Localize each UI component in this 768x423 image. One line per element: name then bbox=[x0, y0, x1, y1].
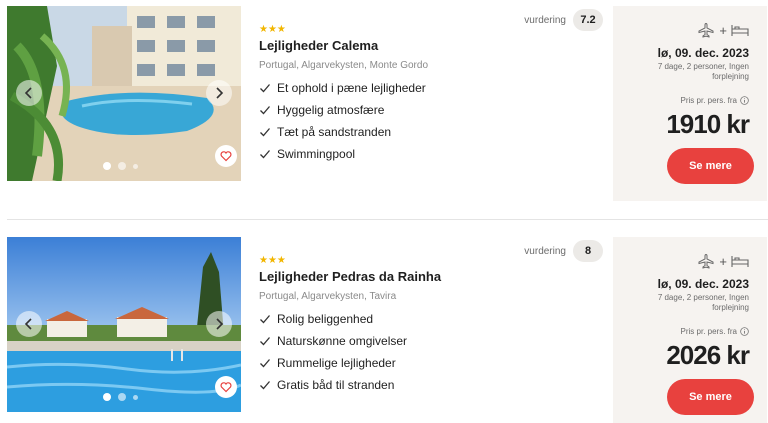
hotel-name[interactable]: Lejligheder Calema bbox=[259, 38, 599, 53]
hotel-results-list: ★★★ Lejligheder Calema PortugalAlgarveky… bbox=[0, 0, 768, 423]
carousel-dot[interactable] bbox=[118, 162, 126, 170]
location-region: Algarvekysten bbox=[296, 60, 364, 71]
feature-item: Tæt på sandstranden bbox=[259, 121, 599, 143]
heart-icon bbox=[220, 382, 232, 393]
hotel-card[interactable]: ★★★ Lejligheder Pedras da Rainha Portuga… bbox=[0, 237, 768, 423]
price-value: 2026 kr bbox=[666, 340, 750, 370]
airplane-icon bbox=[698, 22, 714, 38]
feature-item: Gratis båd til stranden bbox=[259, 374, 599, 396]
carousel-dot[interactable] bbox=[118, 393, 126, 401]
previous-photo-button[interactable] bbox=[16, 311, 42, 337]
price-panel: + lø, 09. dec. 2023 7 dage, 2 personer, … bbox=[613, 237, 767, 423]
bed-icon bbox=[731, 25, 749, 36]
feature-text: Naturskønne omgivelser bbox=[277, 334, 408, 348]
hotel-info: ★★★ Lejligheder Pedras da Rainha Portuga… bbox=[259, 256, 599, 396]
checkmark-icon bbox=[260, 315, 270, 324]
price-panel: + lø, 09. dec. 2023 7 dage, 2 personer, … bbox=[613, 6, 767, 201]
feature-item: Rummelige lejligheder bbox=[259, 352, 599, 374]
chevron-left-icon bbox=[24, 318, 32, 330]
location-country: Portugal bbox=[259, 291, 297, 302]
hotel-location: PortugalAlgarvekystenTavira bbox=[259, 291, 599, 302]
see-more-button[interactable]: Se mere bbox=[667, 148, 754, 184]
checkmark-icon bbox=[260, 359, 270, 368]
carousel-dot[interactable] bbox=[133, 394, 138, 400]
next-photo-button[interactable] bbox=[206, 311, 232, 337]
price-label: Pris pr. pers. fra bbox=[681, 327, 749, 336]
previous-photo-button[interactable] bbox=[16, 80, 42, 106]
checkmark-icon bbox=[260, 150, 270, 159]
checkmark-icon bbox=[260, 128, 270, 137]
next-photo-button[interactable] bbox=[206, 80, 232, 106]
chevron-right-icon bbox=[216, 318, 224, 330]
departure-date: lø, 09. dec. 2023 bbox=[657, 277, 749, 291]
location-region: Algarvekysten bbox=[296, 291, 364, 302]
favorite-button[interactable] bbox=[215, 376, 237, 398]
package-icons: + bbox=[697, 253, 749, 269]
price-label-text: Pris pr. pers. fra bbox=[680, 96, 737, 105]
rating-label: vurdering bbox=[524, 14, 566, 26]
rating-score-badge: 7.2 bbox=[573, 9, 603, 31]
hotel-info: ★★★ Lejligheder Calema PortugalAlgarveky… bbox=[259, 25, 599, 165]
see-more-button[interactable]: Se mere bbox=[667, 379, 754, 415]
heart-icon bbox=[220, 151, 232, 162]
feature-text: Rolig beliggenhed bbox=[277, 312, 374, 326]
plus-icon: + bbox=[719, 22, 727, 38]
feature-item: Rolig beliggenhed bbox=[259, 308, 599, 330]
chevron-left-icon bbox=[24, 87, 32, 99]
feature-list: Rolig beliggenhed Naturskønne omgivelser… bbox=[259, 308, 599, 396]
plus-icon: + bbox=[719, 253, 727, 269]
hotel-card[interactable]: ★★★ Lejligheder Calema PortugalAlgarveky… bbox=[0, 6, 768, 201]
location-city: Monte Gordo bbox=[364, 60, 428, 71]
feature-text: Rummelige lejligheder bbox=[277, 356, 396, 370]
carousel-dot[interactable] bbox=[133, 163, 138, 169]
guest-rating: vurdering 8 bbox=[524, 240, 603, 262]
checkmark-icon bbox=[260, 381, 270, 390]
trip-details: 7 dage, 2 personer, Ingen forplejning bbox=[657, 62, 749, 81]
airplane-icon bbox=[698, 253, 714, 269]
checkmark-icon bbox=[260, 106, 270, 115]
carousel-dots bbox=[103, 162, 138, 170]
feature-text: Gratis båd til stranden bbox=[277, 378, 395, 392]
feature-text: Et ophold i pæne lejligheder bbox=[277, 81, 426, 95]
departure-date: lø, 09. dec. 2023 bbox=[657, 46, 749, 60]
checkmark-icon bbox=[260, 337, 270, 346]
rating-score-badge: 8 bbox=[573, 240, 603, 262]
location-city: Tavira bbox=[364, 291, 396, 302]
carousel-dot[interactable] bbox=[103, 162, 111, 170]
hotel-location: PortugalAlgarvekystenMonte Gordo bbox=[259, 60, 599, 71]
bed-icon bbox=[731, 256, 749, 267]
favorite-button[interactable] bbox=[215, 145, 237, 167]
rating-label: vurdering bbox=[524, 245, 566, 257]
feature-text: Swimmingpool bbox=[277, 147, 356, 161]
info-icon[interactable] bbox=[740, 327, 749, 336]
chevron-right-icon bbox=[216, 87, 224, 99]
hotel-photo-carousel[interactable] bbox=[7, 6, 241, 181]
feature-text: Tæt på sandstranden bbox=[277, 125, 392, 139]
feature-item: Naturskønne omgivelser bbox=[259, 330, 599, 352]
price-label-text: Pris pr. pers. fra bbox=[680, 327, 737, 336]
divider bbox=[7, 219, 768, 220]
info-icon[interactable] bbox=[740, 96, 749, 105]
price-value: 1910 kr bbox=[666, 109, 750, 139]
feature-item: Swimmingpool bbox=[259, 143, 599, 165]
feature-item: Hyggelig atmosfære bbox=[259, 99, 599, 121]
hotel-name[interactable]: Lejligheder Pedras da Rainha bbox=[259, 269, 599, 284]
package-icons: + bbox=[697, 22, 749, 38]
hotel-photo-carousel[interactable] bbox=[7, 237, 241, 412]
checkmark-icon bbox=[260, 84, 270, 93]
location-country: Portugal bbox=[259, 60, 297, 71]
trip-details: 7 dage, 2 personer, Ingen forplejning bbox=[657, 293, 749, 312]
feature-text: Hyggelig atmosfære bbox=[277, 103, 385, 117]
carousel-dots bbox=[103, 393, 138, 401]
guest-rating: vurdering 7.2 bbox=[524, 9, 603, 31]
feature-list: Et ophold i pæne lejligheder Hyggelig at… bbox=[259, 77, 599, 165]
feature-item: Et ophold i pæne lejligheder bbox=[259, 77, 599, 99]
carousel-dot[interactable] bbox=[103, 393, 111, 401]
price-label: Pris pr. pers. fra bbox=[681, 96, 749, 105]
